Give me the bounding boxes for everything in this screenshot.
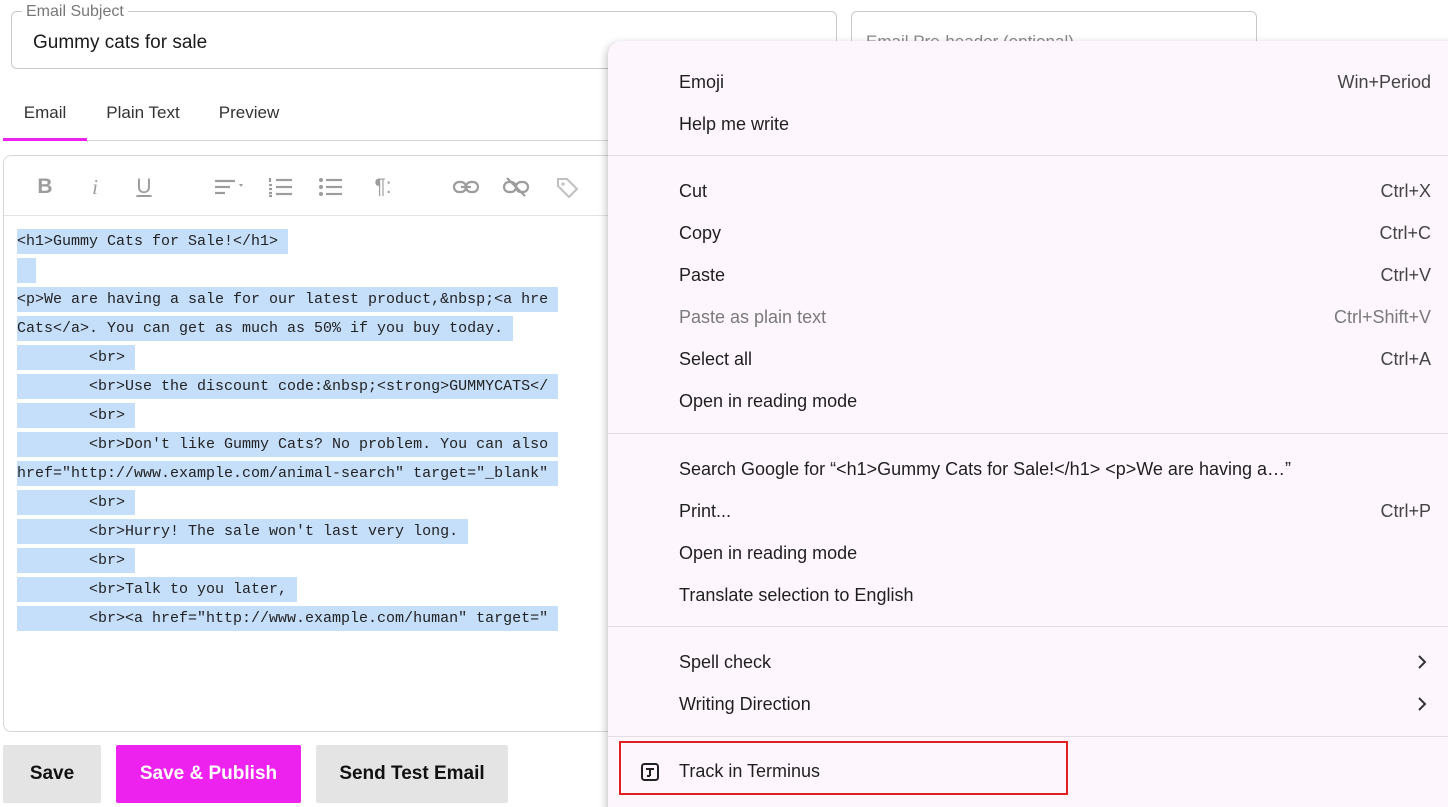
menu-item-open-reading-mode[interactable]: Open in reading mode: [679, 538, 1431, 568]
menu-item-shortcut: Ctrl+A: [1380, 349, 1431, 369]
menu-item-copy[interactable]: Copy Ctrl+C: [679, 218, 1431, 248]
chevron-right-icon: [1417, 647, 1431, 677]
menu-item-shortcut: Ctrl+P: [1380, 501, 1431, 521]
code-line: <br>: [17, 488, 558, 517]
code-line-text: <br><a href="http://www.example.com/huma…: [17, 606, 559, 631]
tab-email[interactable]: Email: [3, 92, 87, 141]
menu-item-paste[interactable]: Paste Ctrl+V: [679, 260, 1431, 290]
code-line-text: <br>: [17, 403, 136, 428]
save-and-publish-button[interactable]: Save & Publish: [116, 745, 301, 803]
menu-separator: [608, 433, 1448, 434]
email-subject-label: Email Subject: [22, 3, 128, 21]
code-line-text: <br>: [17, 548, 136, 573]
menu-item-writing-direction[interactable]: Writing Direction: [679, 689, 1431, 719]
code-line: <br><a href="http://www.example.com/huma…: [17, 604, 559, 633]
underline-button[interactable]: U: [132, 174, 156, 200]
menu-item-open-reading-mode[interactable]: Open in reading mode: [679, 386, 1431, 416]
italic-button[interactable]: i: [86, 174, 104, 200]
code-line: <br>: [17, 401, 558, 430]
highlight-box: [619, 741, 1068, 795]
tab-preview[interactable]: Preview: [208, 92, 290, 141]
menu-item-label: Copy: [679, 223, 722, 243]
tab-plain-text[interactable]: Plain Text: [97, 92, 189, 141]
menu-item-label: Emoji: [679, 72, 725, 92]
menu-item-label: Select all: [679, 349, 753, 369]
code-line: <br>: [17, 546, 558, 575]
code-line-text: <p>We are having a sale for our latest p…: [17, 287, 559, 312]
menu-item-search-google[interactable]: Search Google for “<h1>Gummy Cats for Sa…: [679, 454, 1431, 484]
editor-toolbar: B i U ¶:: [4, 156, 623, 216]
code-line-text: <br>Don't like Gummy Cats? No problem. Y…: [17, 432, 559, 457]
menu-item-paste-plain-text: Paste as plain text Ctrl+Shift+V: [679, 302, 1431, 332]
code-line: <br>Talk to you later,: [17, 575, 558, 604]
code-line: <br>: [17, 343, 558, 372]
menu-item-label: Spell check: [679, 652, 772, 672]
menu-item-label: Paste: [679, 265, 726, 285]
menu-item-translate[interactable]: Translate selection to English: [679, 580, 1431, 610]
menu-item-emoji[interactable]: Emoji Win+Period: [679, 67, 1431, 97]
menu-item-shortcut: Win+Period: [1337, 72, 1431, 92]
ordered-list-icon[interactable]: [268, 174, 294, 200]
code-line: <br>Use the discount code:&nbsp;<strong>…: [17, 372, 559, 401]
paragraph-icon[interactable]: ¶:: [370, 174, 396, 200]
menu-item-label: Open in reading mode: [679, 391, 858, 411]
menu-separator: [608, 626, 1448, 627]
menu-item-label: Paste as plain text: [679, 307, 827, 327]
tag-icon[interactable]: [556, 174, 580, 200]
menu-item-label: Search Google for “<h1>Gummy Cats for Sa…: [679, 459, 1291, 479]
link-icon[interactable]: [452, 174, 480, 200]
code-line-text: <h1>Gummy Cats for Sale!</h1>: [17, 229, 289, 254]
menu-item-label: Translate selection to English: [679, 585, 914, 605]
code-line: href="http://www.example.com/animal-sear…: [17, 459, 559, 488]
context-menu: Emoji Win+Period Help me write Cut Ctrl+…: [608, 41, 1448, 807]
menu-item-label: Cut: [679, 181, 708, 201]
code-line: <h1>Gummy Cats for Sale!</h1>: [17, 227, 558, 256]
menu-item-shortcut: Ctrl+C: [1379, 223, 1431, 243]
code-line-text: <br>Hurry! The sale won't last very long…: [17, 519, 469, 544]
menu-item-cut[interactable]: Cut Ctrl+X: [679, 176, 1431, 206]
menu-item-label: Open in reading mode: [679, 543, 858, 563]
menu-item-shortcut: Ctrl+X: [1380, 181, 1431, 201]
code-line: <p>We are having a sale for our latest p…: [17, 285, 559, 314]
code-line-text: href="http://www.example.com/animal-sear…: [17, 461, 559, 486]
html-editor[interactable]: B i U ¶: <h1>Gummy Cats for Sale!</h1> <…: [3, 155, 623, 732]
html-source[interactable]: <h1>Gummy Cats for Sale!</h1> <p>We are …: [17, 227, 559, 633]
menu-item-label: Writing Direction: [679, 694, 811, 714]
bullet-list-icon[interactable]: [318, 174, 344, 200]
menu-separator: [608, 736, 1448, 737]
email-subject-value[interactable]: Gummy cats for sale: [33, 32, 207, 54]
code-line-text: <br>: [17, 490, 136, 515]
code-line: <br>Hurry! The sale won't last very long…: [17, 517, 558, 546]
code-line: <br>Don't like Gummy Cats? No problem. Y…: [17, 430, 559, 459]
code-line: [17, 256, 558, 285]
chevron-right-icon: [1417, 689, 1431, 719]
code-line-text: <br>: [17, 345, 136, 370]
align-icon[interactable]: [212, 174, 248, 200]
menu-item-shortcut: Ctrl+V: [1380, 265, 1431, 285]
bold-button[interactable]: B: [34, 174, 56, 200]
menu-item-shortcut: Ctrl+Shift+V: [1333, 307, 1431, 327]
menu-item-select-all[interactable]: Select all Ctrl+A: [679, 344, 1431, 374]
menu-item-help-me-write[interactable]: Help me write: [679, 109, 1431, 139]
code-line-text: Cats</a>. You can get as much as 50% if …: [17, 316, 514, 341]
menu-item-print[interactable]: Print... Ctrl+P: [679, 496, 1431, 526]
menu-item-label: Help me write: [679, 114, 790, 134]
code-line-text: [17, 258, 37, 283]
save-button[interactable]: Save: [3, 745, 101, 803]
menu-separator: [608, 155, 1448, 156]
menu-item-label: Print...: [679, 501, 732, 521]
editor-tabs: Email Plain Text Preview: [3, 92, 609, 141]
code-line-text: <br>Talk to you later,: [17, 577, 298, 602]
code-line: Cats</a>. You can get as much as 50% if …: [17, 314, 558, 343]
send-test-email-button[interactable]: Send Test Email: [316, 745, 508, 803]
menu-item-spell-check[interactable]: Spell check: [679, 647, 1431, 677]
unlink-icon[interactable]: [502, 174, 530, 200]
code-line-text: <br>Use the discount code:&nbsp;<strong>…: [17, 374, 559, 399]
